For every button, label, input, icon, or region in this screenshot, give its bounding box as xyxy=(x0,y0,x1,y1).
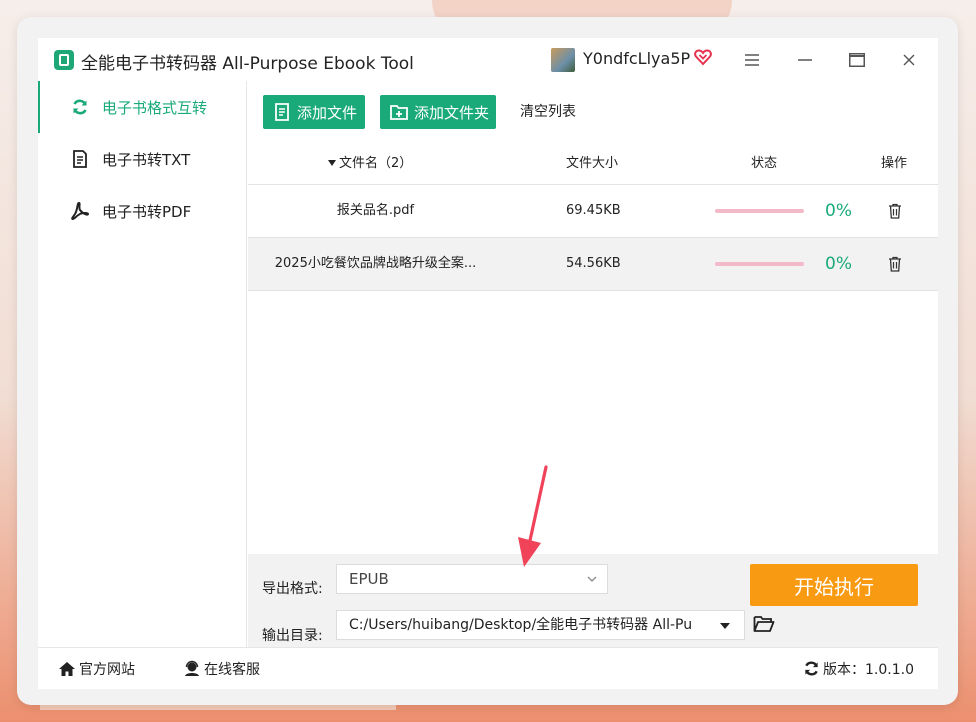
minimize-button[interactable] xyxy=(793,48,817,72)
sync-icon xyxy=(70,97,90,117)
version-label: 版本：1.0.1.0 xyxy=(823,661,914,678)
trash-icon xyxy=(889,256,901,272)
vip-heart-icon[interactable] xyxy=(693,47,713,67)
refresh-icon xyxy=(802,660,820,678)
sidebar-item-to-pdf[interactable]: 电子书转PDF xyxy=(38,185,246,237)
sidebar-item-to-txt[interactable]: 电子书转TXT xyxy=(38,133,246,185)
table-row[interactable]: 报关品名.pdf 69.45KB 0% xyxy=(248,185,938,238)
output-dir-label: 输出目录: xyxy=(262,628,323,644)
delete-button[interactable] xyxy=(885,201,905,221)
column-status: 状态 xyxy=(751,156,778,171)
file-name: 报关品名.pdf xyxy=(336,203,415,218)
maximize-icon xyxy=(849,53,865,67)
table-row[interactable]: 2025小吃餐饮品牌战略升级全案... 54.56KB 0% xyxy=(248,238,938,291)
format-value: EPUB xyxy=(349,570,389,588)
start-button[interactable]: 开始执行 xyxy=(750,564,918,606)
app-title: 全能电子书转码器 All-Purpose Ebook Tool xyxy=(81,54,414,74)
format-select[interactable]: EPUB xyxy=(336,564,608,594)
progress-percent: 0% xyxy=(825,254,852,274)
online-service-label: 在线客服 xyxy=(204,661,260,678)
customer-service-icon xyxy=(183,660,201,678)
output-dir-value: C:/Users/huibang/Desktop/全能电子书转码器 All-Pu xyxy=(349,617,693,633)
column-action: 操作 xyxy=(881,156,908,171)
file-size: 69.45KB xyxy=(566,203,621,218)
caret-down-icon xyxy=(720,623,730,629)
column-name[interactable]: 文件名（2） xyxy=(328,144,412,184)
pdf-icon xyxy=(70,201,90,221)
app-logo-icon xyxy=(54,50,74,70)
column-size: 文件大小 xyxy=(566,156,619,171)
delete-button[interactable] xyxy=(885,254,905,274)
online-service-link[interactable]: 在线客服 xyxy=(183,648,260,689)
official-website-link[interactable]: 官方网站 xyxy=(58,648,135,689)
sidebar-item-label: 电子书转TXT xyxy=(102,150,191,169)
add-folder-icon xyxy=(390,103,408,121)
sidebar: 电子书格式互转 电子书转TXT 电子书转PDF xyxy=(38,81,247,647)
close-icon xyxy=(903,54,915,66)
annotation-arrow-icon xyxy=(518,465,548,567)
sidebar-item-format-convert[interactable]: 电子书格式互转 xyxy=(38,81,246,133)
footer: 官方网站 在线客服 版本：1.0.1.0 xyxy=(38,647,938,689)
document-icon xyxy=(70,149,90,169)
file-table-header: 文件名（2） 文件大小 状态 操作 xyxy=(248,144,938,185)
progress-percent: 0% xyxy=(825,201,852,221)
version-info[interactable]: 版本：1.0.1.0 xyxy=(802,648,914,689)
format-label: 导出格式: xyxy=(262,581,323,597)
sidebar-item-label: 电子书转PDF xyxy=(102,202,192,221)
chevron-down-icon xyxy=(587,576,597,582)
official-website-label: 官方网站 xyxy=(79,661,135,678)
sort-down-icon xyxy=(328,160,336,166)
progress-bar xyxy=(715,209,804,213)
minimize-icon xyxy=(798,59,812,61)
hamburger-icon xyxy=(745,54,759,66)
app-window: 全能电子书转码器 All-Purpose Ebook Tool Y0ndfcLl… xyxy=(38,38,938,689)
clear-list-button[interactable]: 清空列表 xyxy=(520,95,576,129)
close-button[interactable] xyxy=(897,48,921,72)
add-file-icon xyxy=(273,103,291,121)
add-file-button[interactable]: 添加文件 xyxy=(263,95,365,129)
home-icon xyxy=(58,660,76,678)
menu-button[interactable] xyxy=(740,48,764,72)
column-name-label: 文件名（2） xyxy=(339,156,413,171)
user-avatar[interactable] xyxy=(551,48,575,72)
title-bar: 全能电子书转码器 All-Purpose Ebook Tool Y0ndfcLl… xyxy=(38,38,938,81)
add-file-label: 添加文件 xyxy=(297,103,358,122)
trash-icon xyxy=(889,203,901,219)
sidebar-item-label: 电子书格式互转 xyxy=(102,98,208,117)
file-size: 54.56KB xyxy=(566,256,621,271)
output-settings: 导出格式: EPUB 输出目录: C:/Users/huibang/Deskto… xyxy=(248,554,938,647)
progress-bar xyxy=(715,262,804,266)
output-dir-select[interactable]: C:/Users/huibang/Desktop/全能电子书转码器 All-Pu xyxy=(336,610,745,640)
folder-open-icon[interactable] xyxy=(753,614,775,634)
maximize-button[interactable] xyxy=(845,48,869,72)
add-folder-button[interactable]: 添加文件夹 xyxy=(380,95,496,129)
file-name: 2025小吃餐饮品牌战略升级全案... xyxy=(274,256,477,271)
username[interactable]: Y0ndfcLlya5P xyxy=(583,49,690,68)
add-folder-label: 添加文件夹 xyxy=(414,103,490,122)
